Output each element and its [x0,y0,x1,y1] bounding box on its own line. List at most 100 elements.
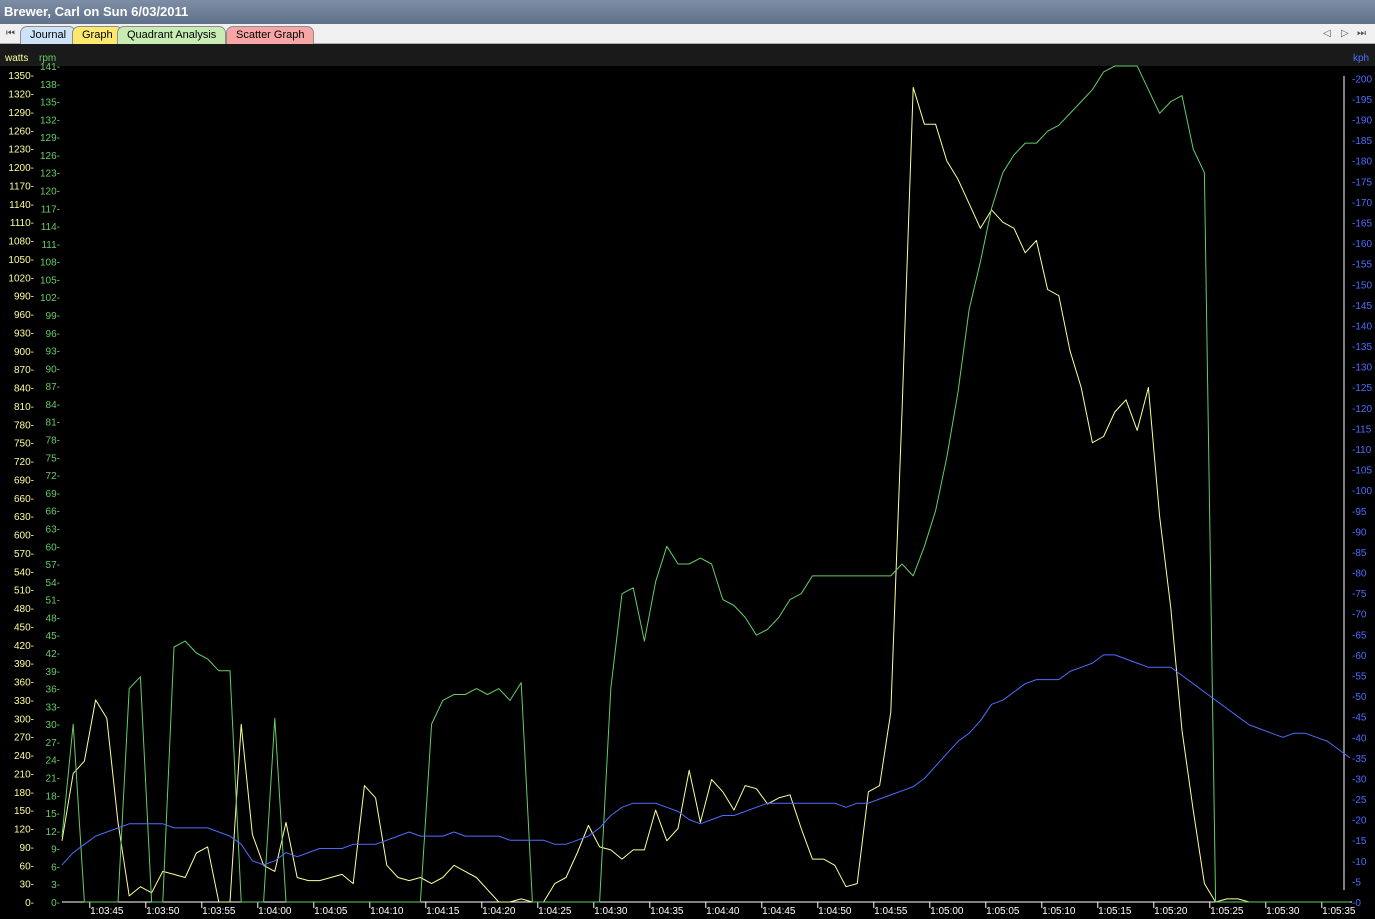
rpm-tick-label: 0- [51,898,60,909]
watts-tick-label: 1200- [8,163,34,174]
watts-tick-label: 180- [14,788,34,799]
kph-tick-label: -65 [1352,630,1367,641]
rpm-tick-label: 39- [46,667,60,678]
x-tick-label: 1:05:10 [1042,906,1076,917]
watts-tick-label: 330- [14,696,34,707]
x-tick-label: 1:03:50 [146,906,180,917]
rpm-tick-label: 6- [51,862,60,873]
watts-tick-label: 510- [14,586,34,597]
kph-tick-label: -120 [1352,404,1372,415]
rpm-tick-label: 18- [46,791,60,802]
x-tick-label: 1:04:40 [706,906,740,917]
tab-journal[interactable]: Journal [20,26,77,44]
watts-tick-label: 150- [14,806,34,817]
tab-quadrant-analysis[interactable]: Quadrant Analysis [117,26,227,44]
kph-tick-label: -155 [1352,260,1372,271]
watts-tick-label: 810- [14,402,34,413]
watts-tick-label: 1020- [8,273,34,284]
watts-tick-label: 1230- [8,145,34,156]
x-tick-label: 1:04:45 [762,906,796,917]
kph-tick-label: -195 [1352,95,1372,106]
watts-tick-label: 300- [14,714,34,725]
kph-tick-label: -80 [1352,569,1367,580]
watts-tick-label: 900- [14,347,34,358]
tab-graph[interactable]: Graph [72,26,123,44]
kph-tick-label: -50 [1352,692,1367,703]
window-title-bar: Brewer, Carl on Sun 6/03/2011 [0,0,1375,24]
watts-tick-label: 750- [14,439,34,450]
kph-tick-label: -95 [1352,507,1367,518]
rpm-tick-label: 63- [46,524,60,535]
x-tick-label: 1:04:15 [426,906,460,917]
kph-tick-label: -135 [1352,342,1372,353]
rpm-tick-label: 135- [40,98,60,109]
rpm-tick-label: 57- [46,560,60,571]
watts-tick-label: 420- [14,641,34,652]
watts-tick-label: 660- [14,494,34,505]
rpm-tick-label: 69- [46,489,60,500]
power-cadence-speed-chart: watts rpm kph 0-30-60-90-120-150-180-210… [0,44,1375,919]
rpm-tick-label: 141- [40,62,60,73]
x-tick-label: 1:03:55 [202,906,236,917]
watts-tick-label: 1320- [8,90,34,101]
rpm-tick-label: 72- [46,471,60,482]
kph-tick-label: -40 [1352,733,1367,744]
watts-tick-label: 1050- [8,255,34,266]
rpm-tick-label: 108- [40,258,60,269]
x-tick-label: 1:05:05 [986,906,1020,917]
kph-tick-label: -25 [1352,795,1367,806]
watts-tick-label: 990- [14,292,34,303]
kph-tick-label: -175 [1352,177,1372,188]
x-tick-label: 1:04:55 [874,906,908,917]
kph-tick-label: -150 [1352,280,1372,291]
x-tick-label: 1:05:25 [1210,906,1244,917]
kph-tick-label: -130 [1352,363,1372,374]
kph-tick-label: -70 [1352,610,1367,621]
rpm-tick-label: 96- [46,329,60,340]
tab-bar: ⏮ Journal Graph Quadrant Analysis Scatte… [0,24,1375,44]
rpm-tick-label: 51- [46,596,60,607]
kph-tick-label: -55 [1352,671,1367,682]
rpm-tick-label: 105- [40,275,60,286]
next-arrow-icon[interactable]: ▷ [1341,28,1349,39]
rpm-tick-label: 12- [46,827,60,838]
kph-tick-label: -35 [1352,754,1367,765]
window-title: Brewer, Carl on Sun 6/03/2011 [4,4,189,19]
watts-tick-label: 210- [14,769,34,780]
watts-tick-label: 30- [20,880,34,891]
kph-tick-label: -145 [1352,301,1372,312]
rpm-tick-label: 66- [46,507,60,518]
kph-tick-label: -20 [1352,816,1367,827]
rpm-tick-label: 111- [41,240,60,251]
first-page-icon[interactable]: ⏮ [6,28,15,39]
x-tick-label: 1:04:00 [258,906,292,917]
watts-tick-label: 600- [14,531,34,542]
x-tick-label: 1:04:35 [650,906,684,917]
last-page-icon[interactable]: ⏭ [1357,28,1366,39]
rpm-tick-label: 60- [46,542,60,553]
kph-tick-label: -170 [1352,198,1372,209]
rpm-tick-label: 102- [40,293,60,304]
watts-tick-label: 1260- [8,126,34,137]
rpm-tick-label: 120- [40,187,60,198]
prev-arrow-icon[interactable]: ◁ [1323,28,1331,39]
x-tick-label: 1:05:00 [930,906,964,917]
kph-tick-label: -185 [1352,136,1372,147]
watts-axis-label: watts [4,53,28,64]
chart-background [0,44,1375,919]
rpm-tick-label: 21- [46,773,60,784]
rpm-tick-label: 42- [46,649,60,660]
x-tick-label: 1:03:45 [90,906,124,917]
kph-tick-label: -15 [1352,836,1367,847]
kph-tick-label: -45 [1352,713,1367,724]
kph-tick-label: -110 [1352,445,1372,456]
x-tick-label: 1:05:20 [1154,906,1188,917]
x-tick-label: 1:04:25 [538,906,572,917]
rpm-tick-label: 81- [46,418,60,429]
watts-tick-label: 840- [14,384,34,395]
tab-scatter-graph[interactable]: Scatter Graph [226,26,315,44]
rpm-tick-label: 54- [46,578,60,589]
kph-tick-label: -160 [1352,239,1372,250]
rpm-tick-label: 114- [41,222,60,233]
x-tick-label: 1:04:20 [482,906,516,917]
